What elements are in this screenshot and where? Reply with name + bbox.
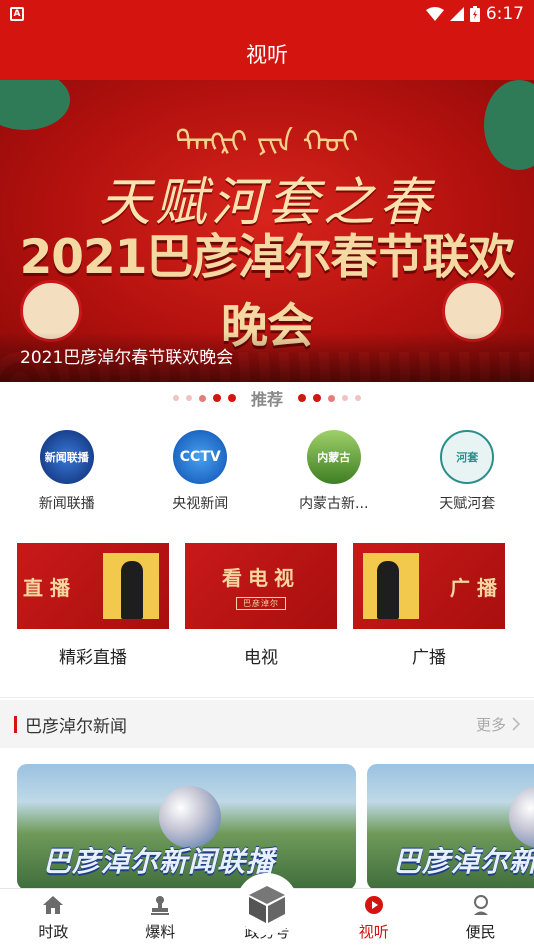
channel-tianfu-hetao[interactable]: 河套 天赋河套	[401, 430, 534, 520]
card-label: 精彩直播	[59, 648, 127, 668]
section-accent-bar	[14, 715, 17, 733]
banner-caption: 2021巴彦淖尔春节联欢晚会	[20, 348, 234, 368]
news-card[interactable]: 巴彦淖尔新闻联播	[367, 764, 534, 890]
card-label: 电视	[244, 648, 278, 668]
status-time: 6:17	[485, 4, 524, 24]
card-image: 广 播	[353, 543, 505, 629]
news-carousel: 巴彦淖尔新闻联播 巴彦淖尔新闻联播	[17, 764, 534, 890]
news-section-header: 巴彦淖尔新闻 更多	[0, 700, 534, 748]
indicator-dot[interactable]	[313, 394, 321, 402]
channel-logo-icon: CCTV	[173, 430, 228, 484]
play-icon	[363, 894, 385, 916]
globe-icon	[159, 786, 221, 848]
card-radio[interactable]: 广 播 广播	[353, 543, 505, 668]
tab-baoliao[interactable]: 爆料	[107, 889, 214, 950]
chevron-right-icon	[512, 717, 520, 731]
bottom-tab-bar: 时政 爆料 政务号 视听 便民	[0, 873, 534, 950]
channel-logo-icon: 河套	[440, 430, 495, 484]
banner-carousel[interactable]: ᠲᠡᠩᠷᠢ ᠶᠢᠨ ᠬᠣᠢ 天赋河套之春 2021巴彦淖尔春节联欢晚会 2021…	[0, 80, 534, 382]
wifi-icon	[425, 7, 444, 21]
channel-logo-icon: 内蒙古	[306, 430, 361, 484]
banner-mongolian-text: ᠲᠡᠩᠷᠢ ᠶᠢᠨ ᠬᠣᠢ	[175, 125, 359, 160]
indicator-dot[interactable]	[172, 395, 179, 401]
card-live[interactable]: 直 播 精彩直播	[17, 543, 169, 668]
channel-name: 央视新闻	[172, 496, 229, 512]
carousel-indicator: 推荐	[0, 384, 534, 412]
indicator-dot[interactable]	[185, 395, 192, 401]
channel-xinwenlianbo[interactable]: 新闻联播 新闻联播	[0, 430, 134, 520]
recommend-label: 推荐	[250, 390, 283, 409]
more-link[interactable]: 更多	[476, 714, 520, 735]
person-icon	[470, 894, 492, 916]
card-image: 看电视 巴彦淖尔	[185, 543, 337, 629]
indicator-dot[interactable]	[342, 395, 348, 401]
card-label: 广播	[412, 648, 446, 668]
cube-icon	[235, 873, 298, 935]
indicator-dot[interactable]	[328, 394, 335, 402]
indicator-dot[interactable]	[298, 394, 306, 402]
channel-logo-icon: 新闻联播	[39, 430, 94, 484]
news-card[interactable]: 巴彦淖尔新闻联播	[17, 764, 356, 890]
page-header: 视听	[0, 28, 534, 80]
channel-name: 天赋河套	[439, 496, 496, 512]
card-image: 直 播	[17, 543, 169, 629]
section-title: 巴彦淖尔新闻	[25, 716, 127, 737]
indicator-dot[interactable]	[198, 394, 206, 402]
globe-icon	[509, 786, 534, 848]
tab-shiting[interactable]: 视听	[320, 889, 427, 950]
indicator-dot[interactable]	[355, 395, 361, 401]
channel-list: 新闻联播 新闻联播 CCTV 央视新闻 内蒙古 内蒙古新... 河套 天赋河套	[0, 430, 534, 520]
tab-bianmin[interactable]: 便民	[427, 889, 534, 950]
channel-neimenggu-news[interactable]: 内蒙古 内蒙古新...	[267, 430, 401, 520]
stamp-icon	[149, 894, 171, 916]
battery-icon	[469, 6, 480, 22]
card-tv[interactable]: 看电视 巴彦淖尔 电视	[185, 543, 337, 668]
indicator-dot[interactable]	[212, 394, 221, 402]
feature-cards: 直 播 精彩直播 看电视 巴彦淖尔 电视 广 播 广播	[17, 543, 534, 668]
notification-icon: A	[10, 7, 24, 21]
indicator-dot[interactable]	[227, 394, 236, 402]
page-title: 视听	[246, 43, 288, 67]
status-bar: A 6:17	[0, 0, 534, 28]
news-title: 巴彦淖尔新闻联播	[43, 845, 276, 878]
tab-shizheng[interactable]: 时政	[0, 889, 107, 950]
traveler-icon	[121, 561, 143, 619]
signal-icon	[449, 7, 464, 21]
tab-zhengwuhao[interactable]: 政务号	[214, 873, 321, 950]
channel-name: 新闻联播	[38, 496, 95, 512]
news-title: 巴彦淖尔新闻联播	[393, 845, 534, 878]
home-icon	[42, 894, 64, 916]
channel-name: 内蒙古新...	[299, 496, 369, 512]
traveler-icon	[377, 561, 399, 619]
channel-cctv-news[interactable]: CCTV 央视新闻	[134, 430, 268, 520]
divider	[0, 697, 534, 698]
